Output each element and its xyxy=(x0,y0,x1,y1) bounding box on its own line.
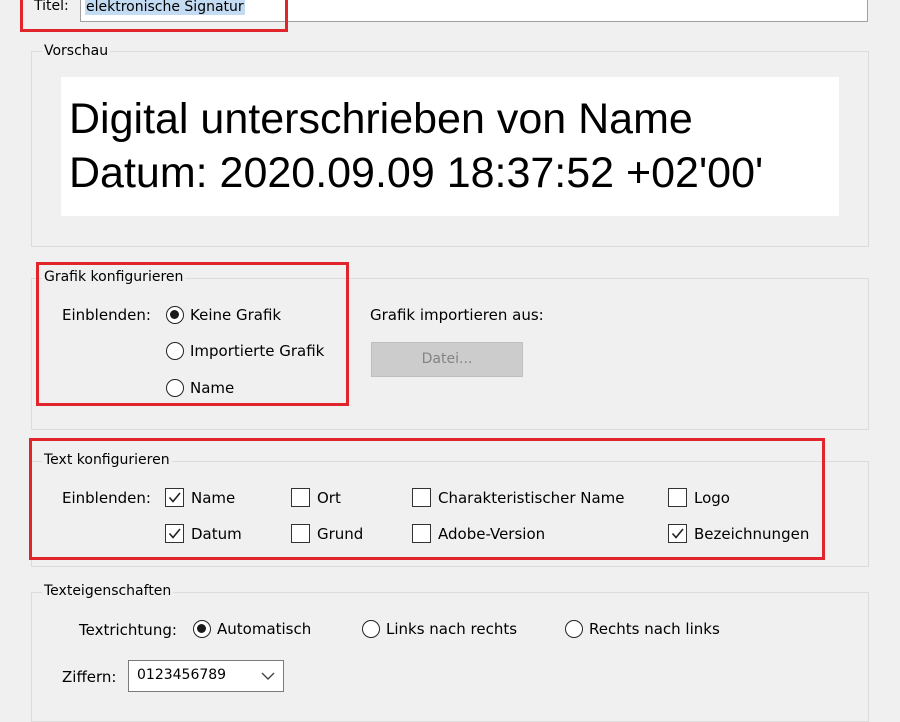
preview-line-date: Datum: 2020.09.09 18:37:52 +02'00' xyxy=(69,149,764,197)
graphic-highlight xyxy=(36,262,349,406)
import-graphic-label: Grafik importieren aus: xyxy=(370,306,544,324)
radio-direction-rtl[interactable] xyxy=(565,620,583,638)
preview-line-name: Digital unterschrieben von Name xyxy=(69,95,693,143)
text-direction-label: Textrichtung: xyxy=(79,621,177,639)
radio-direction-ltr-label[interactable]: Links nach rechts xyxy=(386,620,517,638)
radio-direction-ltr[interactable] xyxy=(362,620,380,638)
digits-label: Ziffern: xyxy=(62,668,117,686)
preview-box: Digital unterschrieben von Name Datum: 2… xyxy=(61,77,839,216)
chevron-down-icon[interactable] xyxy=(253,661,283,691)
file-button[interactable]: Datei... xyxy=(371,342,523,377)
text-props-group-title: Texteigenschaften xyxy=(42,583,174,599)
digits-select[interactable]: 0123456789 xyxy=(128,660,284,692)
file-button-label: Datei... xyxy=(421,351,473,367)
text-props-group xyxy=(31,592,869,722)
preview-group-title: Vorschau xyxy=(42,43,111,59)
radio-direction-auto[interactable] xyxy=(193,620,211,638)
text-config-highlight xyxy=(29,438,825,560)
title-highlight xyxy=(20,0,288,32)
radio-direction-rtl-label[interactable]: Rechts nach links xyxy=(589,620,720,638)
digits-select-value: 0123456789 xyxy=(137,667,227,683)
radio-direction-auto-label[interactable]: Automatisch xyxy=(217,620,311,638)
